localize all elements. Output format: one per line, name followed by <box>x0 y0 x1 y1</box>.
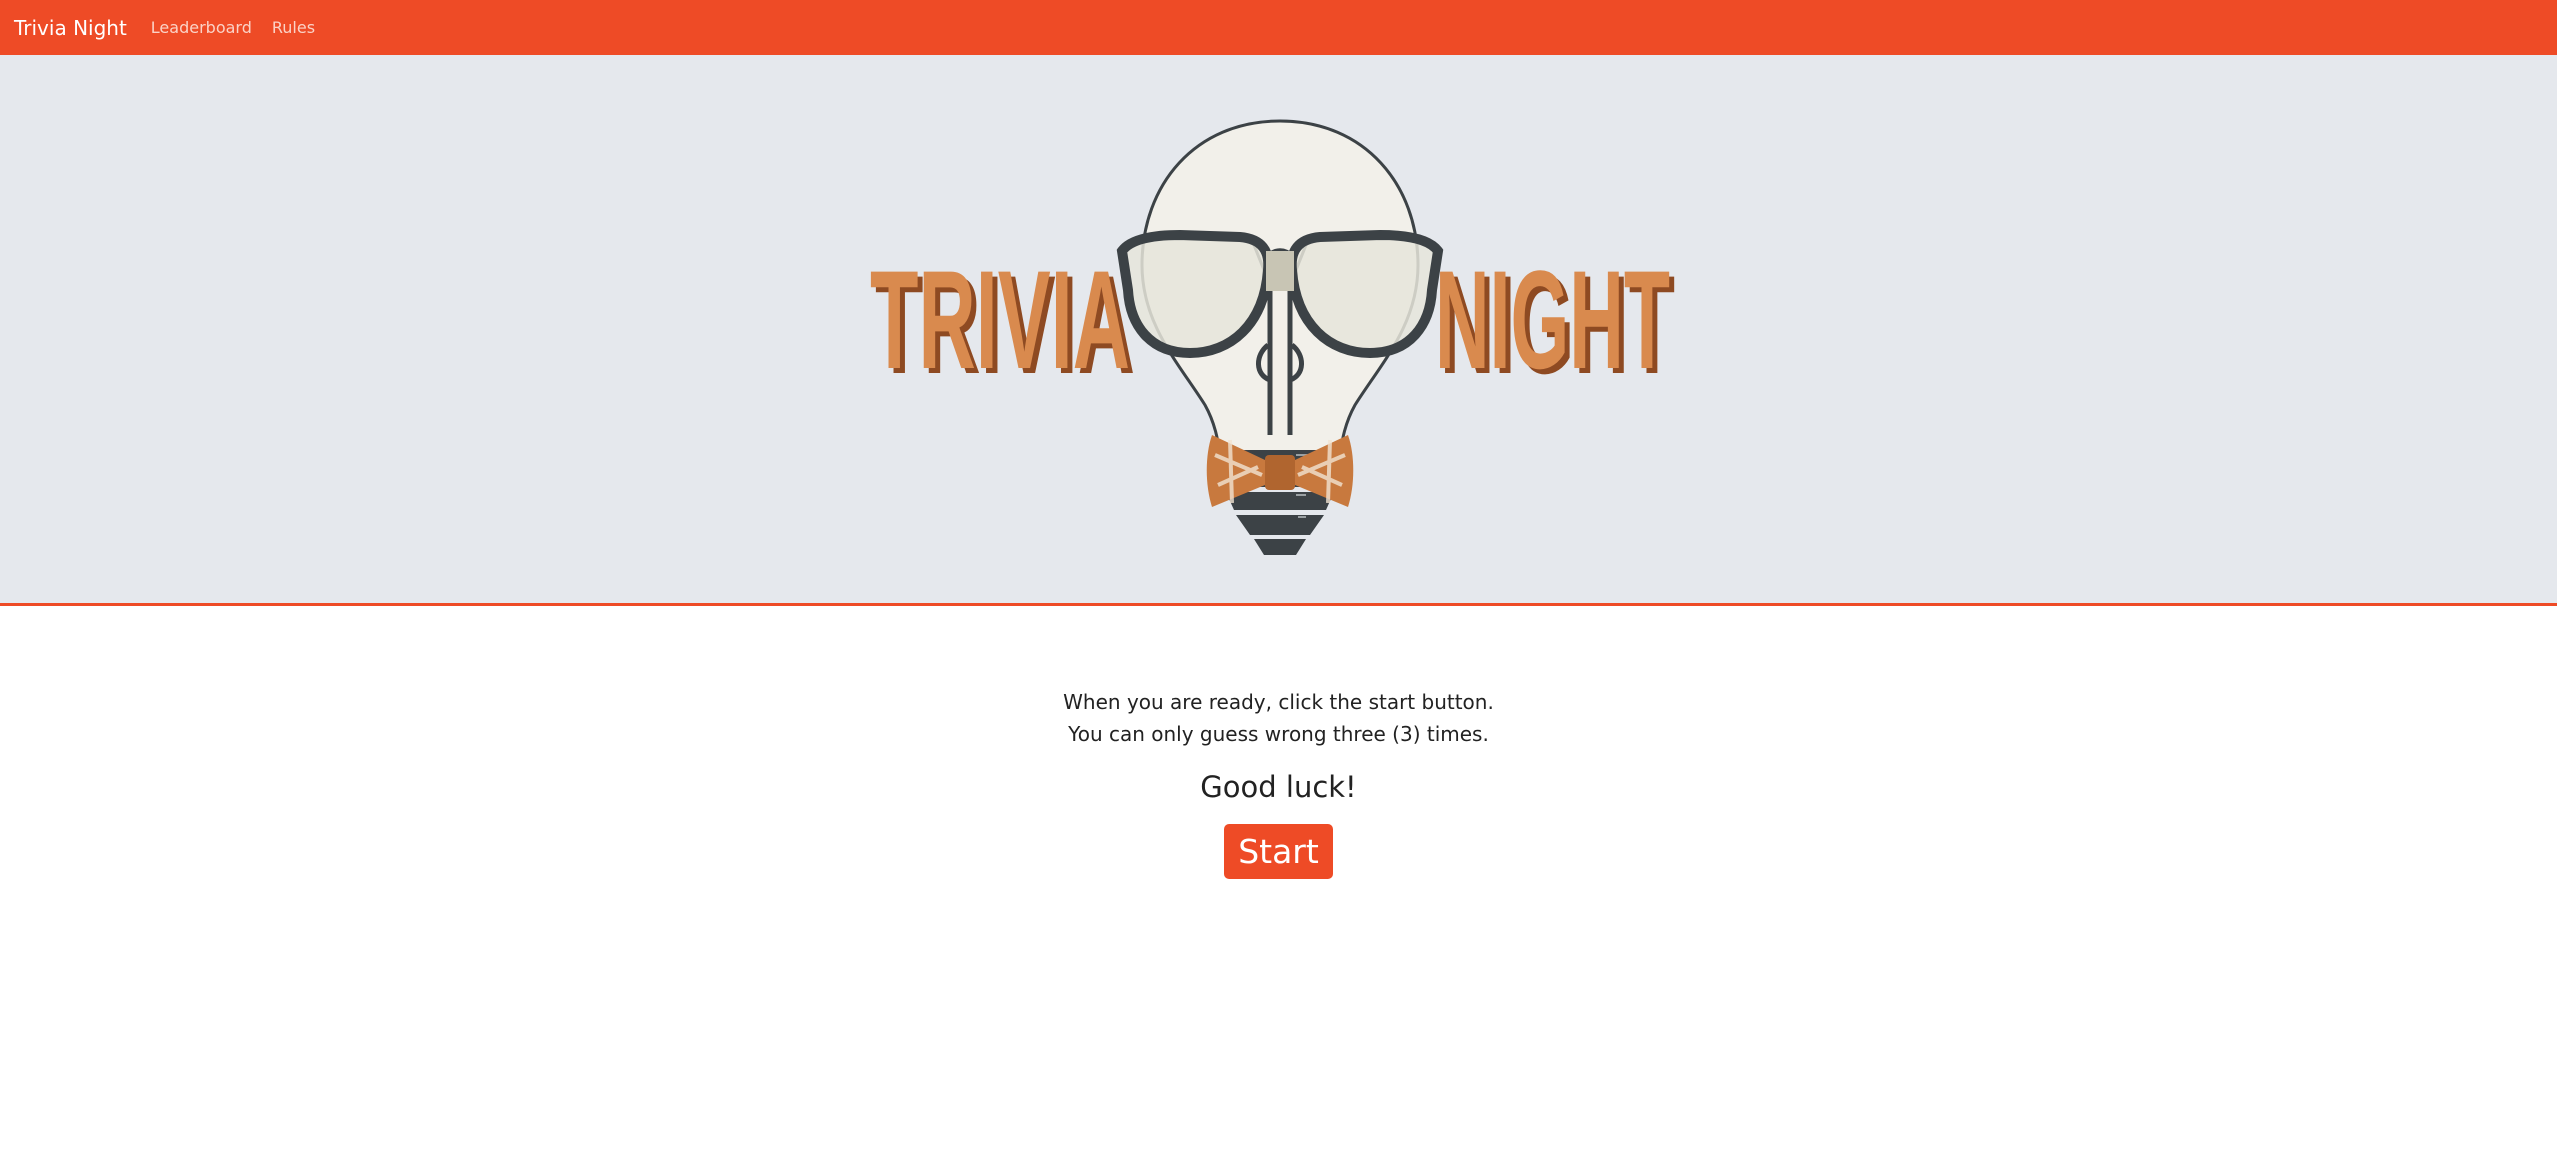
nav-link-leaderboard[interactable]: Leaderboard <box>151 18 252 37</box>
main-content: When you are ready, click the start butt… <box>0 606 2557 879</box>
trivia-night-logo: TRIVIA TRIVIA NIGHT NIGHT <box>870 119 1675 555</box>
hero-banner: TRIVIA TRIVIA NIGHT NIGHT <box>0 55 2557 606</box>
brand-link[interactable]: Trivia Night <box>14 16 127 40</box>
instruction-line-2: You can only guess wrong three (3) times… <box>1068 722 1489 746</box>
instruction-line-1: When you are ready, click the start butt… <box>1063 690 1494 714</box>
good-luck-heading: Good luck! <box>1200 770 1357 804</box>
navbar: Trivia Night Leaderboard Rules <box>0 0 2557 55</box>
nav-link-rules[interactable]: Rules <box>272 18 315 37</box>
logo-word-trivia-face: TRIVIA <box>870 241 1130 398</box>
logo-word-night-face: NIGHT <box>1435 241 1670 398</box>
start-button[interactable]: Start <box>1224 824 1333 879</box>
